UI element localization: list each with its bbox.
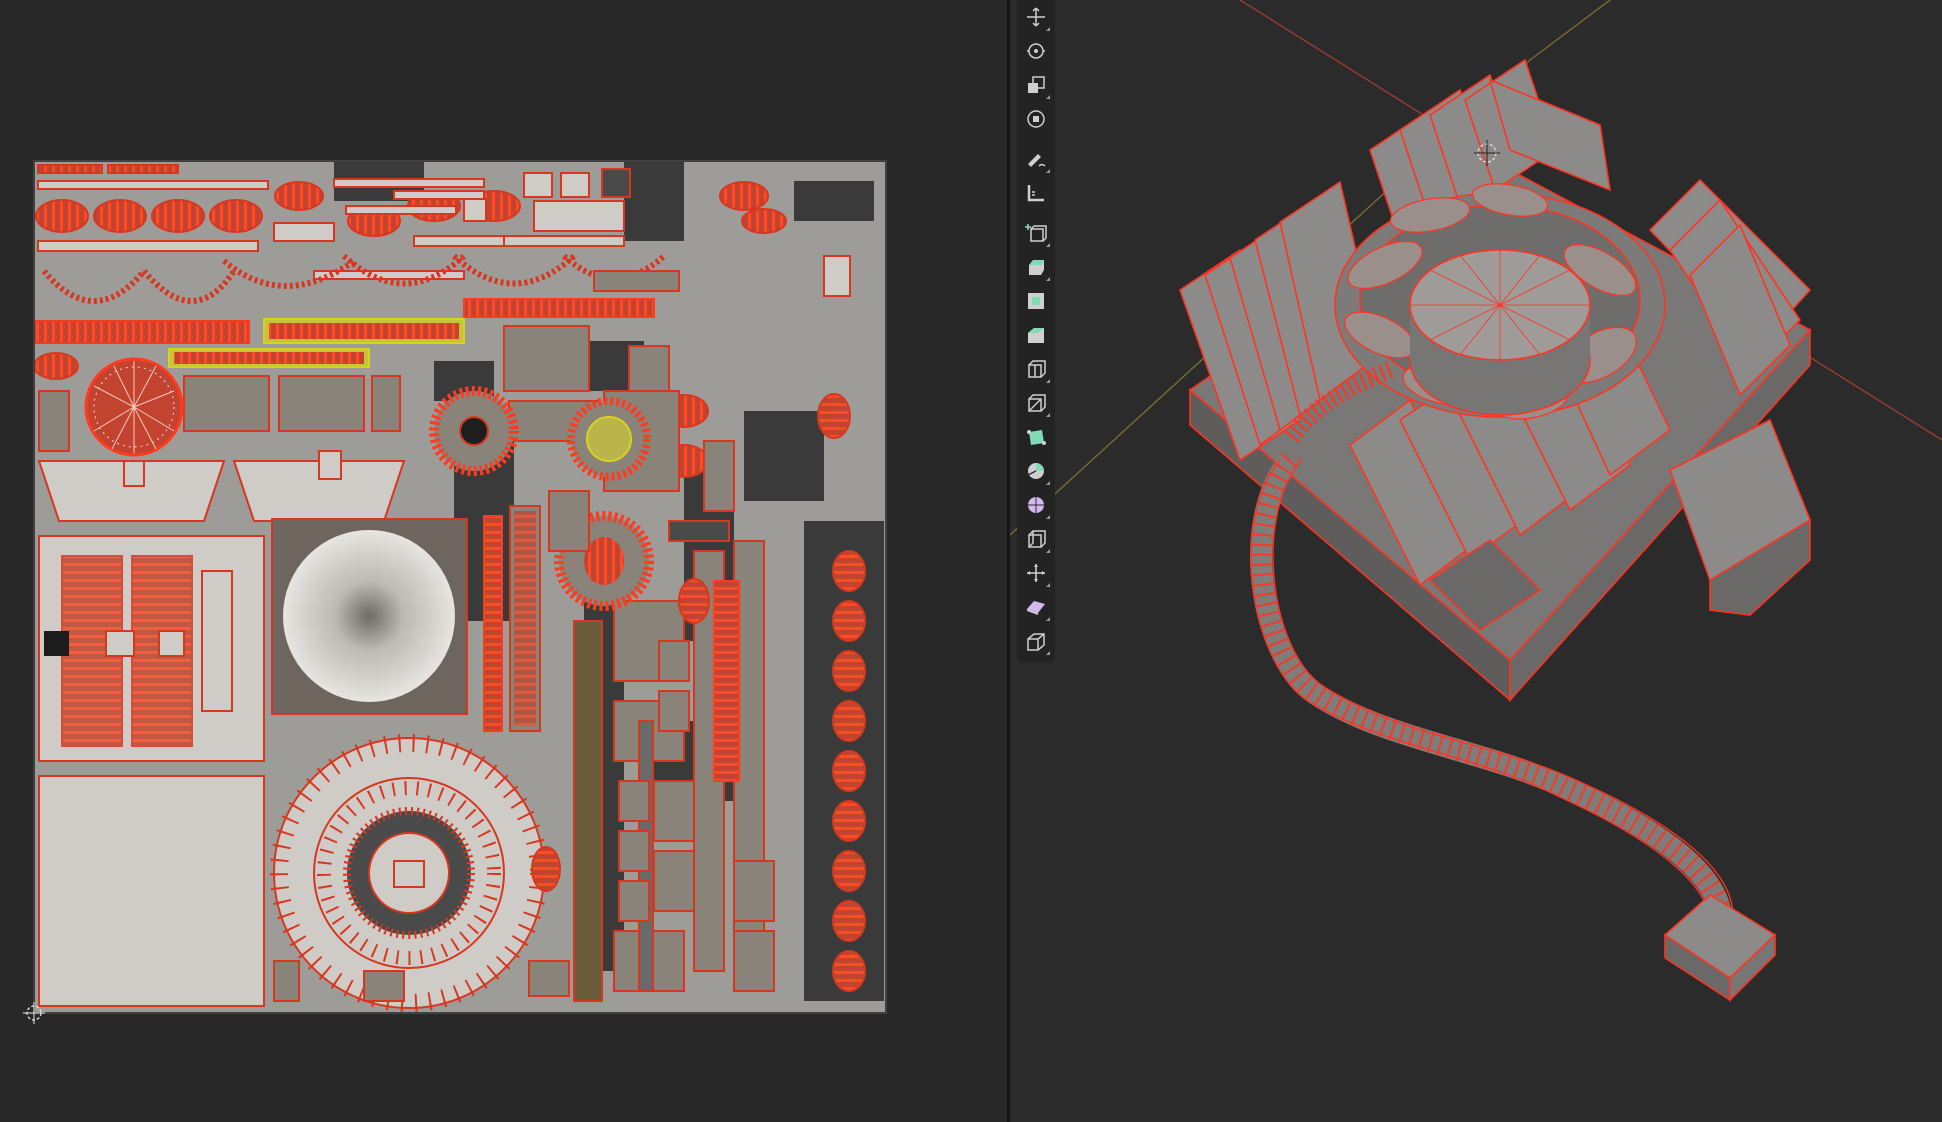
inset-faces-icon[interactable] <box>1021 286 1051 316</box>
rip-region-icon[interactable] <box>1021 626 1051 656</box>
rotate-icon[interactable] <box>1021 36 1051 66</box>
scale-icon[interactable] <box>1021 70 1051 100</box>
poly-build-icon[interactable] <box>1021 422 1051 452</box>
uv-texture-canvas[interactable] <box>33 160 887 1014</box>
viewport-toolbar <box>1017 0 1055 662</box>
edge-slide-icon[interactable] <box>1021 524 1051 554</box>
uv-editor[interactable] <box>0 0 1007 1122</box>
annotate-icon[interactable] <box>1021 144 1051 174</box>
uv-2d-cursor-icon[interactable] <box>22 1001 46 1025</box>
shrink-fatten-icon[interactable] <box>1021 558 1051 588</box>
loop-cut-icon[interactable] <box>1021 354 1051 384</box>
uv-fan-disc <box>84 357 184 457</box>
move-icon[interactable] <box>1021 2 1051 32</box>
uv-fan-texture <box>271 518 468 715</box>
add-cube-icon[interactable] <box>1021 218 1051 248</box>
bevel-icon[interactable] <box>1021 320 1051 350</box>
extrude-region-icon[interactable] <box>1021 252 1051 282</box>
viewport-scene[interactable] <box>1010 0 1942 1122</box>
knife-icon[interactable] <box>1021 388 1051 418</box>
transform-icon[interactable] <box>1021 104 1051 134</box>
smooth-icon[interactable] <box>1021 490 1051 520</box>
3d-viewport[interactable] <box>1010 0 1942 1122</box>
uv-layout[interactable] <box>34 161 886 1013</box>
spin-icon[interactable] <box>1021 456 1051 486</box>
shear-icon[interactable] <box>1021 592 1051 622</box>
cpu-cooler-mesh[interactable] <box>1179 58 1812 1002</box>
measure-icon[interactable] <box>1021 178 1051 208</box>
uv-gear-ring <box>270 734 548 1012</box>
